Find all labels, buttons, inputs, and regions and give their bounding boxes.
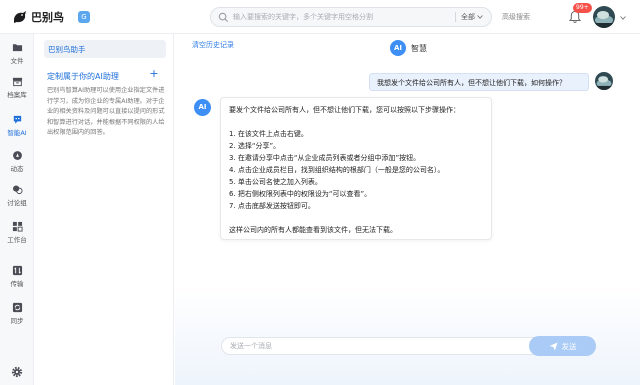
nav-item-transfer[interactable]: 传输 (0, 265, 34, 288)
ai-avatar-icon: AI (194, 99, 211, 116)
chat-header: AI 智慧 (390, 40, 427, 56)
clear-history-link[interactable]: 清空历史记录 (192, 40, 234, 50)
ai-response-line: 6. 把右侧权限列表中的权限设为“可以查看”。 (229, 190, 372, 198)
nav-label: 传输 (10, 280, 24, 288)
nav-label: 智能AI (7, 129, 27, 137)
nav-item-files[interactable]: 文件 (0, 42, 34, 65)
custom-assistant-title: 定制属于你的AI助理 (47, 72, 119, 81)
nav-label: 工作台 (7, 236, 27, 244)
send-label: 发送 (561, 341, 577, 351)
top-bar: 巴别鸟 G 全部 高级搜索 99+ (0, 0, 640, 34)
chat-icon (12, 185, 23, 195)
message-input[interactable] (230, 338, 520, 354)
ai-icon (13, 115, 21, 124)
nav-item-activity[interactable]: 动态 (0, 150, 34, 173)
nav-item-discussion[interactable]: 讨论组 (0, 184, 34, 207)
avatar-image (593, 6, 615, 28)
workbench-icon (12, 221, 23, 232)
chat-area: 清空历史记录 AI 智慧 我想发个文件给公司所有人，但不想让他们下载，如何操作？… (175, 34, 640, 385)
search-input[interactable] (233, 8, 453, 26)
ai-response-line: 4. 点击企业成员栏目，找到组织结构的根部门（一般是您的公司名）。 (229, 166, 445, 174)
user-message: 我想发个文件给公司所有人，但不想让他们下载，如何操作？ (369, 73, 589, 91)
chevron-down-icon[interactable] (620, 16, 626, 20)
search-bar: 全部 (210, 7, 492, 27)
app-name: 巴别鸟 (31, 11, 64, 24)
paper-plane-icon (548, 341, 558, 351)
ai-response-line: 3. 在邀请分享中点击“从企业成员列表或者分组中添加”按钮。 (229, 154, 421, 162)
chat-title: 智慧 (411, 43, 427, 53)
nav-item-workbench[interactable]: 工作台 (0, 221, 34, 244)
archive-icon (12, 77, 22, 87)
ai-response-line: 2. 选择“分享”。 (229, 142, 281, 150)
gear-icon[interactable] (11, 366, 23, 378)
transfer-icon (12, 265, 22, 276)
add-assistant-button[interactable]: + (148, 68, 160, 80)
bird-logo-icon (14, 11, 26, 23)
nav-item-sync[interactable]: 同步 (0, 302, 34, 325)
notification-badge: 99+ (573, 3, 592, 13)
sync-icon (12, 302, 22, 313)
custom-assistant-description: 巴别鸟智算AI助理可以使用企业指定文件进行学习，成为你企业的专属AI助理。对于企… (47, 87, 165, 136)
avatar (595, 72, 613, 90)
search-icon (218, 12, 229, 23)
avatar-image (595, 72, 613, 90)
assistant-item[interactable]: 巴别鸟助手 (44, 40, 166, 58)
ai-logo-icon: AI (390, 40, 406, 56)
chat-footer-background (175, 284, 640, 385)
search-scope-select[interactable]: 全部 (461, 12, 475, 22)
ai-response-line: 7. 点击底部发送按钮即可。 (229, 202, 315, 210)
nav-label: 讨论组 (7, 199, 27, 207)
ai-response: 要发个文件给公司所有人，但不想让他们下载，您可以按照以下步骤操作： 1. 在该文… (220, 97, 492, 240)
ai-response-line: 1. 在该文件上点击右键。 (229, 130, 308, 138)
nav-item-ai[interactable]: 智能AI (0, 114, 34, 137)
assistant-name: 巴别鸟助手 (48, 45, 86, 54)
user-message-text: 我想发个文件给公司所有人，但不想让他们下载，如何操作？ (377, 79, 566, 87)
nav-item-archive[interactable]: 档案库 (0, 76, 34, 99)
activity-icon (12, 151, 22, 160)
chevron-down-icon[interactable] (477, 15, 483, 19)
send-button[interactable]: 发送 (529, 336, 596, 356)
left-nav: 文件 档案库 智能AI 动态 讨论组 工作台 传输 同步 (0, 34, 34, 385)
ai-response-line: 这样公司内的所有人都能查看到该文件，但无法下载。 (229, 226, 397, 234)
app-logo[interactable]: 巴别鸟 (12, 9, 64, 25)
workspace-badge[interactable]: G (78, 11, 90, 23)
user-avatar[interactable] (593, 6, 615, 28)
nav-label: 文件 (10, 57, 24, 65)
nav-label: 档案库 (7, 91, 27, 99)
ai-response-line: 要发个文件给公司所有人，但不想让他们下载，您可以按照以下步骤操作： (229, 106, 460, 114)
folder-icon (12, 44, 22, 52)
search-divider (455, 12, 456, 22)
advanced-search-link[interactable]: 高级搜索 (502, 12, 530, 22)
nav-label: 同步 (10, 317, 24, 325)
assistant-panel: 巴别鸟助手 定制属于你的AI助理 + 巴别鸟智算AI助理可以使用企业指定文件进行… (34, 34, 174, 385)
nav-label: 动态 (10, 165, 24, 173)
ai-response-line: 5. 单击公司名使之加入列表。 (229, 178, 322, 186)
